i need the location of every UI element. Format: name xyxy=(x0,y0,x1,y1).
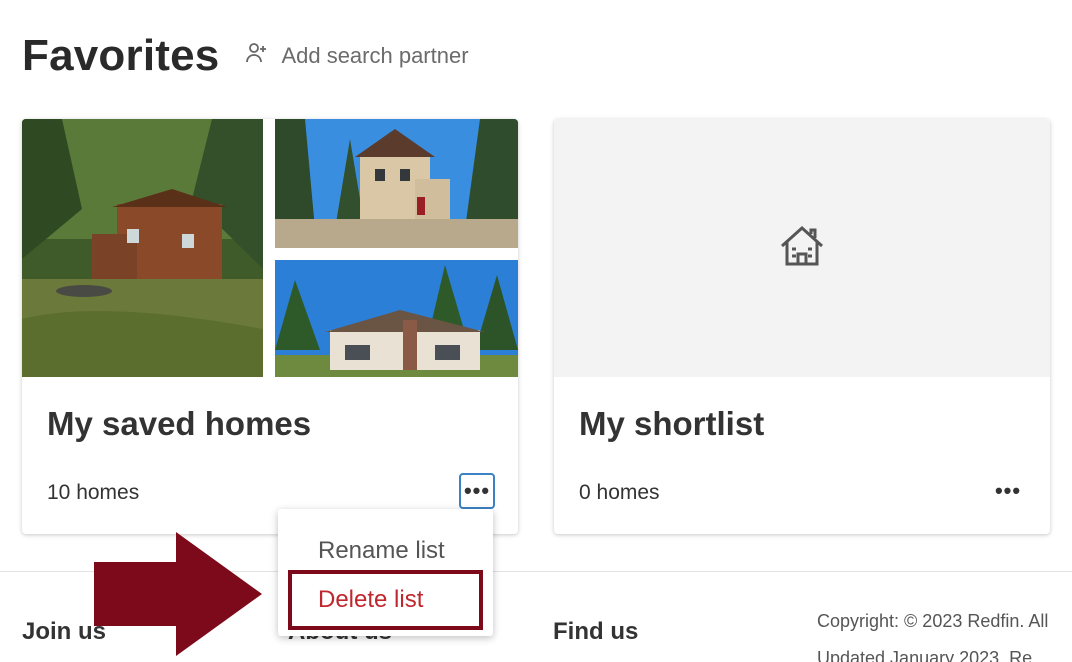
more-icon: ••• xyxy=(994,478,1022,503)
list-title[interactable]: My saved homes xyxy=(47,405,311,443)
list-home-count: 10 homes xyxy=(47,481,140,504)
home-photo xyxy=(22,119,263,377)
add-search-partner-button[interactable]: Add search partner xyxy=(245,41,469,71)
footer-find-us[interactable]: Find us xyxy=(553,618,638,646)
house-icon xyxy=(778,222,826,275)
add-person-icon xyxy=(245,41,281,71)
arrow-icon xyxy=(94,532,264,662)
delete-highlight-box xyxy=(288,570,483,630)
list-card-saved-homes[interactable]: My saved homes 10 homes ••• xyxy=(22,119,518,534)
list-options-button[interactable]: ••• xyxy=(459,473,495,509)
list-thumbnails[interactable] xyxy=(22,119,518,377)
list-title[interactable]: My shortlist xyxy=(579,405,764,443)
page-title: Favorites xyxy=(22,31,220,80)
list-home-count: 0 homes xyxy=(579,481,660,504)
list-card-shortlist[interactable]: My shortlist 0 homes ••• xyxy=(554,119,1050,534)
list-options-button[interactable]: ••• xyxy=(990,473,1026,509)
empty-list-placeholder[interactable] xyxy=(554,119,1050,377)
more-icon: ••• xyxy=(463,478,491,503)
home-photo xyxy=(275,119,518,248)
page-header: Favorites Add search partner xyxy=(22,26,469,86)
rename-list-option[interactable]: Rename list xyxy=(318,537,445,565)
footer-copyright: Copyright: © 2023 Redfin. All xyxy=(817,611,1049,631)
footer-updated: Updated January 2023. Re xyxy=(817,648,1033,662)
add-search-partner-label: Add search partner xyxy=(281,43,469,68)
home-photo xyxy=(275,260,518,377)
